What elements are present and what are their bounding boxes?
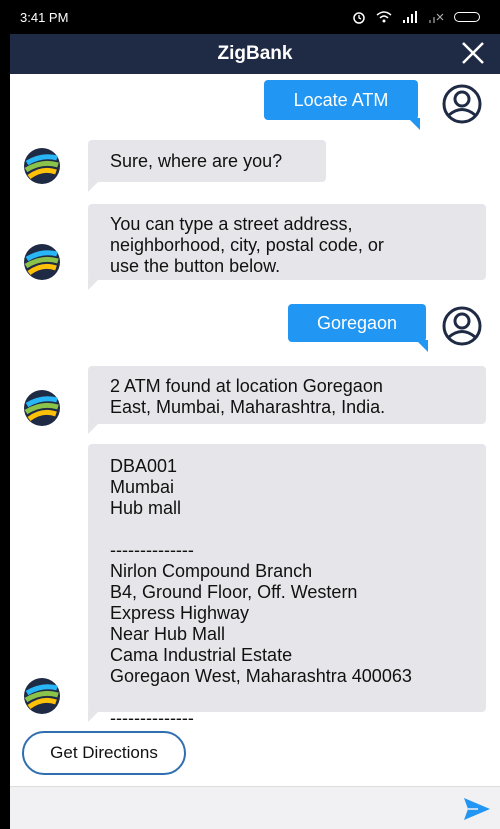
bot-message-text: Sure, where are you? — [110, 151, 283, 171]
chat-header: ZigBank — [10, 34, 500, 74]
atm-detail-line — [110, 687, 472, 708]
user-avatar-icon — [442, 306, 482, 346]
bot-message-line: neighborhood, city, postal code, or — [110, 235, 384, 255]
bot-message: You can type a street address, neighborh… — [88, 204, 486, 290]
bot-message: Sure, where are you? — [88, 140, 326, 192]
bot-message-line: 2 ATM found at location Goregaon — [110, 376, 383, 396]
chat-area[interactable]: Locate ATM Sure, where are you? You can … — [10, 74, 500, 786]
atm-detail-line: Mumbai — [110, 477, 175, 497]
get-directions-label: Get Directions — [50, 743, 158, 762]
atm-detail-line — [110, 519, 472, 540]
bot-message-line: East, Mumbai, Maharashtra, India. — [110, 397, 386, 417]
user-message-text: Locate ATM — [293, 89, 389, 110]
bot-message-line: use the button below. — [110, 256, 281, 276]
send-icon[interactable] — [462, 795, 492, 823]
atm-detail-line: DBA001 — [110, 456, 178, 476]
bot-avatar-icon — [24, 678, 60, 714]
atm-details-message: DBA001 Mumbai Hub mall -------------- Ni… — [88, 444, 486, 728]
bot-avatar-icon — [24, 244, 60, 280]
user-avatar-icon — [442, 84, 482, 124]
atm-detail-line: B4, Ground Floor, Off. Western — [110, 582, 358, 602]
bot-avatar-icon — [24, 390, 60, 426]
battery-icon — [454, 12, 480, 22]
atm-detail-line: Cama Industrial Estate — [110, 645, 293, 665]
atm-detail-line: Goregaon West, Maharashtra 400063 — [110, 666, 412, 686]
atm-detail-line: Express Highway — [110, 603, 250, 623]
get-directions-button[interactable]: Get Directions — [22, 731, 186, 775]
atm-detail-line: Nirlon Compound Branch — [110, 561, 313, 581]
user-message: Goregaon — [288, 304, 428, 352]
atm-detail-line: Near Hub Mall — [110, 624, 226, 644]
signal-icon — [403, 11, 417, 23]
bot-avatar-icon — [24, 148, 60, 184]
wifi-icon — [376, 11, 392, 23]
status-icons — [352, 10, 480, 24]
user-message: Locate ATM — [264, 80, 420, 130]
status-bar: 3:41 PM — [0, 0, 500, 34]
bot-message: 2 ATM found at location Goregaon East, M… — [88, 366, 486, 434]
user-message-text: Goregaon — [316, 312, 398, 333]
status-time: 3:41 PM — [20, 9, 69, 25]
device-screen: 3:41 PM ZigBank Locate ATM Sure, where a… — [0, 0, 500, 829]
atm-detail-separator: -------------- — [110, 540, 194, 560]
signal-off-icon — [429, 13, 444, 23]
atm-detail-separator: -------------- — [110, 708, 194, 728]
atm-detail-line: Hub mall — [110, 498, 182, 518]
alarm-icon — [353, 12, 365, 24]
message-input-bar — [10, 786, 500, 829]
bot-message-line: You can type a street address, — [110, 214, 353, 234]
message-input[interactable] — [18, 793, 452, 829]
close-icon[interactable] — [458, 38, 488, 68]
header-title: ZigBank — [217, 43, 293, 64]
